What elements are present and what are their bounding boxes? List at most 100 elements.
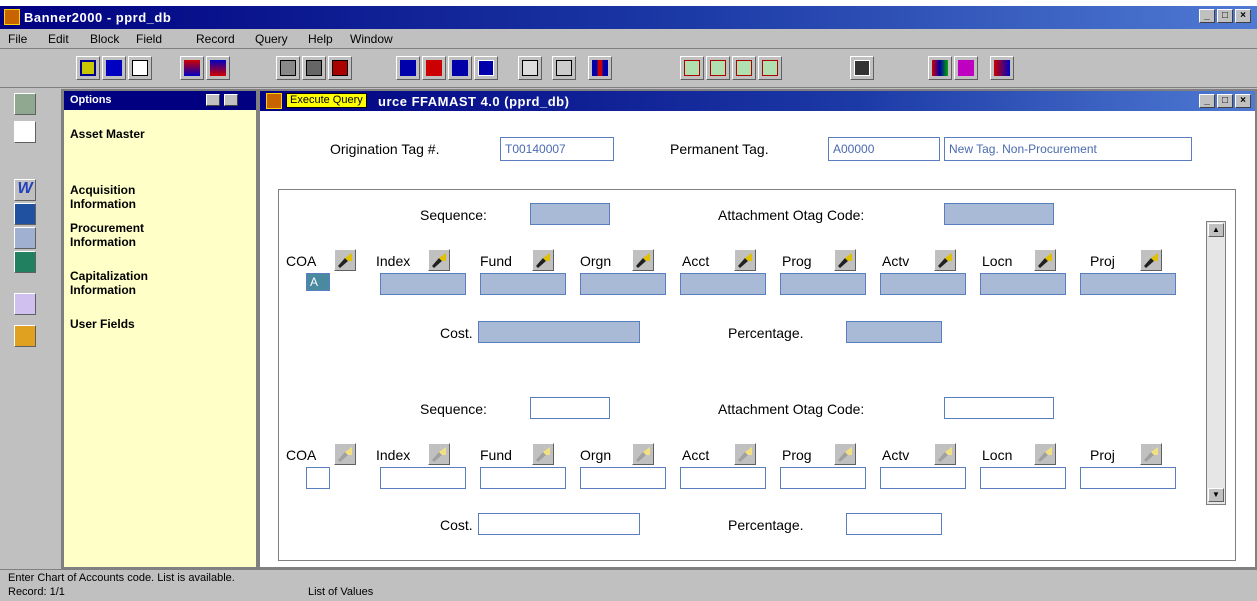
cost-field-1[interactable] xyxy=(478,321,640,343)
forms-button[interactable] xyxy=(928,56,952,80)
proj-lov-button-2[interactable] xyxy=(1140,443,1162,465)
option-user-fields[interactable]: User Fields xyxy=(70,317,135,331)
excel-button[interactable] xyxy=(14,203,36,225)
locn-field-2[interactable] xyxy=(980,467,1066,489)
proj-field-1[interactable] xyxy=(1080,273,1176,295)
scroll-down-button[interactable]: ▼ xyxy=(1208,488,1224,502)
index-lov-button-1[interactable] xyxy=(428,249,450,271)
option-procurement-information[interactable]: Procurement Information xyxy=(70,221,180,249)
menu-edit[interactable]: Edit xyxy=(48,32,69,46)
locn-lov-button-1[interactable] xyxy=(1034,249,1056,271)
form-close-button[interactable]: × xyxy=(1235,94,1251,108)
actv-field-1[interactable] xyxy=(880,273,966,295)
attachment-otag-field-2[interactable] xyxy=(944,397,1054,419)
locn-lov-button-2[interactable] xyxy=(1034,443,1056,465)
calendar-button[interactable] xyxy=(14,121,36,143)
actv-lov-button-2[interactable] xyxy=(934,443,956,465)
next-block-button[interactable] xyxy=(206,56,230,80)
save-button[interactable] xyxy=(76,56,100,80)
scroll-up-button[interactable]: ▲ xyxy=(1208,223,1224,237)
help-button-4[interactable] xyxy=(758,56,782,80)
chart-button[interactable] xyxy=(588,56,612,80)
index-lov-button-2[interactable] xyxy=(428,443,450,465)
acct-lov-button-1[interactable] xyxy=(734,249,756,271)
menu-window[interactable]: Window xyxy=(350,32,393,46)
options-dropdown-button[interactable] xyxy=(224,94,238,106)
permanent-tag-field[interactable]: A00000 xyxy=(828,137,940,161)
delete-record-button[interactable] xyxy=(474,56,498,80)
index-field-1[interactable] xyxy=(380,273,466,295)
option-asset-master[interactable]: Asset Master xyxy=(70,127,145,141)
prog-lov-button-2[interactable] xyxy=(834,443,856,465)
clear-record-button[interactable] xyxy=(518,56,542,80)
form-minimize-button[interactable]: _ xyxy=(1199,94,1215,108)
help-button-2[interactable] xyxy=(706,56,730,80)
directory-button[interactable] xyxy=(14,227,36,249)
help-button-1[interactable] xyxy=(680,56,704,80)
index-field-2[interactable] xyxy=(380,467,466,489)
menu-record[interactable]: Record xyxy=(196,32,235,46)
acct-field-2[interactable] xyxy=(680,467,766,489)
option-capitalization-information[interactable]: Capitalization Information xyxy=(70,269,210,297)
fund-lov-button-1[interactable] xyxy=(532,249,554,271)
orgn-field-1[interactable] xyxy=(580,273,666,295)
prog-lov-button-1[interactable] xyxy=(834,249,856,271)
sequence-field-2[interactable] xyxy=(530,397,610,419)
prog-field-2[interactable] xyxy=(780,467,866,489)
rollback-button[interactable] xyxy=(102,56,126,80)
tools-button[interactable] xyxy=(14,293,36,315)
internet-button[interactable] xyxy=(14,251,36,273)
print-button[interactable] xyxy=(552,56,576,80)
proj-lov-button-1[interactable] xyxy=(1140,249,1162,271)
coa-field-1[interactable]: A xyxy=(306,273,330,291)
previous-block-button[interactable] xyxy=(180,56,204,80)
acct-lov-button-2[interactable] xyxy=(734,443,756,465)
menu-file[interactable]: File xyxy=(8,32,27,46)
orgn-lov-button-2[interactable] xyxy=(632,443,654,465)
previous-record-button[interactable] xyxy=(396,56,420,80)
close-button[interactable]: × xyxy=(1235,9,1251,23)
cost-field-2[interactable] xyxy=(478,513,640,535)
locn-field-1[interactable] xyxy=(980,273,1066,295)
form-maximize-button[interactable]: □ xyxy=(1217,94,1233,108)
word-button[interactable]: W xyxy=(14,179,36,201)
attachment-otag-field-1[interactable] xyxy=(944,203,1054,225)
fund-field-1[interactable] xyxy=(480,273,566,295)
origination-tag-field[interactable]: T00140007 xyxy=(500,137,614,161)
orgn-field-2[interactable] xyxy=(580,467,666,489)
coa-lov-button-2[interactable] xyxy=(334,443,356,465)
record-scrollbar[interactable]: ▲ ▼ xyxy=(1206,221,1226,505)
insert-record-button[interactable] xyxy=(448,56,472,80)
exit-button[interactable] xyxy=(128,56,152,80)
minimize-button[interactable]: _ xyxy=(1199,9,1215,23)
execute-query-button[interactable] xyxy=(302,56,326,80)
calculator-button[interactable] xyxy=(14,93,36,115)
menu-help[interactable]: Help xyxy=(308,32,333,46)
orgn-lov-button-1[interactable] xyxy=(632,249,654,271)
acct-field-1[interactable] xyxy=(680,273,766,295)
next-record-button[interactable] xyxy=(422,56,446,80)
fund-field-2[interactable] xyxy=(480,467,566,489)
menu-field[interactable]: Field xyxy=(136,32,162,46)
bookmark-button[interactable] xyxy=(954,56,978,80)
percentage-field-2[interactable] xyxy=(846,513,942,535)
options-scroll-button[interactable] xyxy=(206,94,220,106)
actv-field-2[interactable] xyxy=(880,467,966,489)
sfm-button[interactable] xyxy=(14,325,36,347)
enter-query-button[interactable] xyxy=(276,56,300,80)
window-button[interactable] xyxy=(850,56,874,80)
maximize-button[interactable]: □ xyxy=(1217,9,1233,23)
help-button-3[interactable] xyxy=(732,56,756,80)
exit-door-button[interactable] xyxy=(990,56,1014,80)
coa-lov-button-1[interactable] xyxy=(334,249,356,271)
proj-field-2[interactable] xyxy=(1080,467,1176,489)
coa-field-2[interactable] xyxy=(306,467,330,489)
sequence-field-1[interactable] xyxy=(530,203,610,225)
prog-field-1[interactable] xyxy=(780,273,866,295)
menu-block[interactable]: Block xyxy=(90,32,119,46)
actv-lov-button-1[interactable] xyxy=(934,249,956,271)
cancel-query-button[interactable] xyxy=(328,56,352,80)
option-acquisition-information[interactable]: Acquisition Information xyxy=(70,183,180,211)
menu-query[interactable]: Query xyxy=(255,32,288,46)
fund-lov-button-2[interactable] xyxy=(532,443,554,465)
